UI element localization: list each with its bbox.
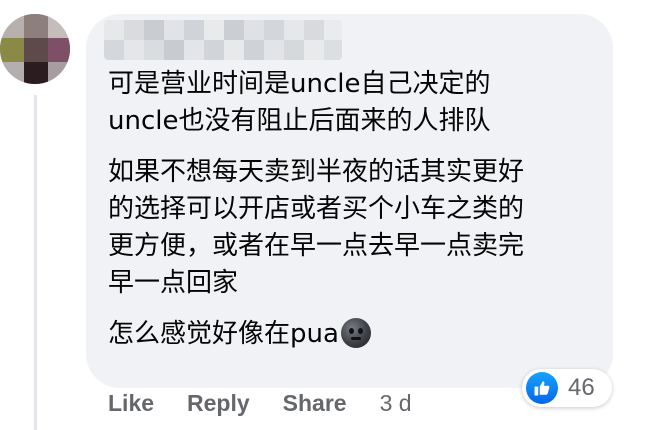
comment-line: 可是营业时间是uncle自己决定的 (108, 69, 491, 99)
comment-line: 如果不想每天卖到半夜的话其实更好 (108, 157, 525, 187)
new-moon-face-emoji-icon (340, 318, 371, 348)
comment-line: 更方便，或者在早一点去早一点卖完 (108, 231, 525, 261)
comment-line: 的选择可以开店或者买个小车之类的 (108, 194, 525, 224)
like-button[interactable]: Like (108, 390, 154, 417)
reaction-summary[interactable]: 46 (522, 369, 612, 407)
reaction-count: 46 (568, 374, 595, 401)
share-button[interactable]: Share (283, 390, 347, 417)
comment-paragraph: 如果不想每天卖到半夜的话其实更好 的选择可以开店或者买个小车之类的 更方便，或者… (108, 154, 608, 302)
comment-line: 早一点回家 (108, 268, 239, 298)
reply-button[interactable]: Reply (187, 390, 250, 417)
comment-line: 怎么感觉好像在pua (108, 319, 339, 349)
avatar[interactable] (0, 14, 70, 84)
comment-paragraph: 可是营业时间是uncle自己决定的 uncle也没有阻止后面来的人排队 (108, 66, 608, 140)
comment-body: 可是营业时间是uncle自己决定的 uncle也没有阻止后面来的人排队 如果不想… (108, 66, 608, 353)
comment-line: uncle也没有阻止后面来的人排队 (108, 106, 491, 136)
like-icon (526, 372, 558, 404)
comment-timestamp[interactable]: 3 d (380, 390, 412, 417)
comment-actions: Like Reply Share 3 d (108, 390, 412, 417)
comment-item: 可是营业时间是uncle自己决定的 uncle也没有阻止后面来的人排队 如果不想… (0, 0, 646, 430)
thread-line (34, 95, 37, 430)
comment-paragraph: 怎么感觉好像在pua (108, 316, 608, 353)
author-name-redacted[interactable] (104, 20, 342, 60)
